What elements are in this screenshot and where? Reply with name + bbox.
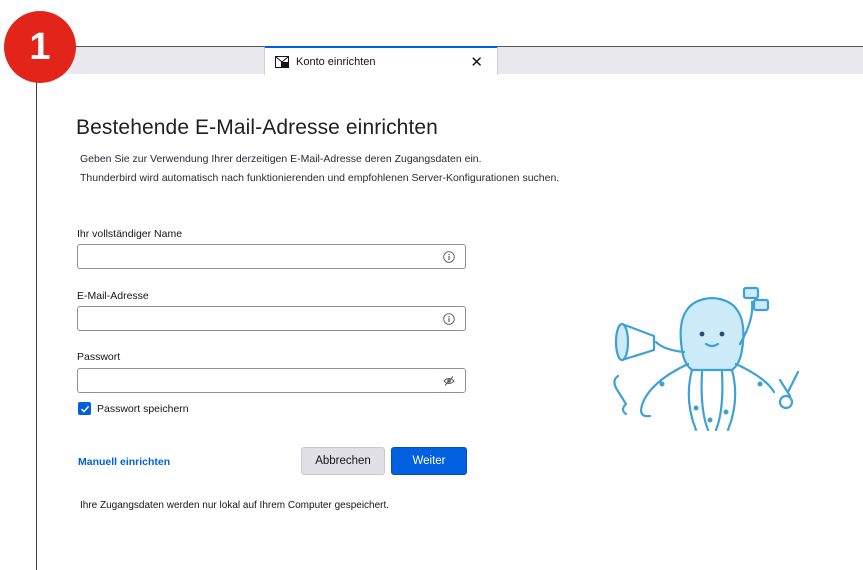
next-button[interactable]: Weiter xyxy=(391,447,467,475)
close-tab-icon[interactable]: ✕ xyxy=(470,53,483,71)
step-number-badge: 1 xyxy=(4,11,76,83)
remember-password-checkbox[interactable] xyxy=(78,402,91,415)
tab-title: Konto einrichten xyxy=(296,55,376,68)
full-name-input[interactable] xyxy=(78,245,465,268)
cancel-button[interactable]: Abbrechen xyxy=(301,447,385,475)
info-icon[interactable] xyxy=(443,313,455,325)
email-input[interactable] xyxy=(78,307,465,330)
password-field-container xyxy=(77,368,466,393)
privacy-note: Ihre Zugangsdaten werden nur lokal auf I… xyxy=(80,500,390,511)
octopus-mascot-illustration xyxy=(613,286,800,432)
remember-password-row[interactable]: Passwort speichern xyxy=(78,402,189,415)
checkmark-icon xyxy=(80,405,89,413)
password-input[interactable] xyxy=(78,369,465,392)
password-label: Passwort xyxy=(77,351,121,363)
name-field-container xyxy=(77,244,466,269)
page-title: Bestehende E-Mail-Adresse einrichten xyxy=(76,116,438,139)
eye-slash-icon[interactable] xyxy=(443,375,455,387)
tab-account-setup[interactable]: Konto einrichten ✕ xyxy=(264,46,498,75)
account-setup-icon xyxy=(275,54,291,70)
email-field-container xyxy=(77,306,466,331)
remember-password-label: Passwort speichern xyxy=(97,402,189,415)
name-label: Ihr vollständiger Name xyxy=(77,228,183,240)
email-label: E-Mail-Adresse xyxy=(77,290,149,302)
page-subtitle-line1: Geben Sie zur Verwendung Ihrer derzeitig… xyxy=(80,153,482,165)
info-icon[interactable] xyxy=(443,251,455,263)
page-subtitle-line2: Thunderbird wird automatisch nach funkti… xyxy=(80,172,560,184)
manual-setup-link[interactable]: Manuell einrichten xyxy=(78,456,170,468)
